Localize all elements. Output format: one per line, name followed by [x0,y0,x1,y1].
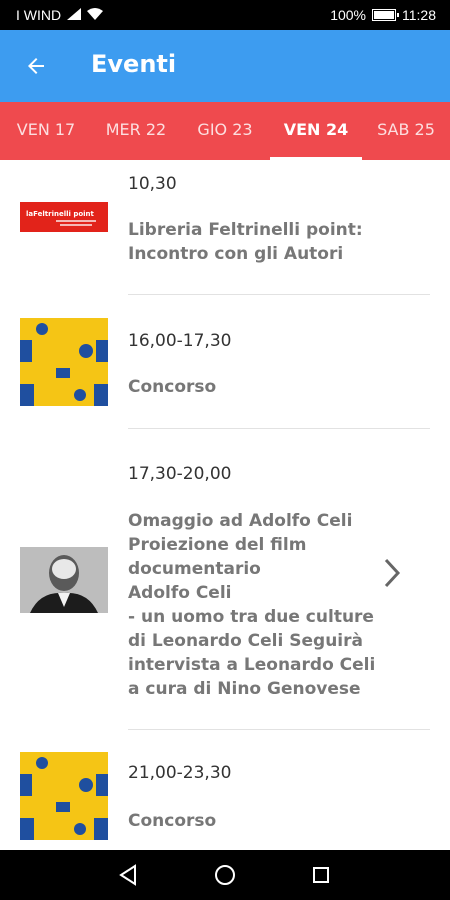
event-item[interactable]: 10,30 laFeltrinelli point Libreria Feltr… [0,160,450,294]
battery-percent: 100% [330,7,366,23]
tab-sab-25[interactable]: SAB 25 [362,102,450,160]
feltrinelli-logo: laFeltrinelli point [20,202,108,232]
page-title: Eventi [91,50,177,78]
event-time: 16,00-17,30 [128,331,232,351]
event-description: Concorso [128,377,217,397]
event-item[interactable]: 16,00-17,30 Concorso [0,295,450,428]
app-bar: Eventi [0,30,450,102]
tab-label: VEN 24 [283,120,349,139]
fotogrammadoro-logo [20,752,108,840]
tab-mer-22[interactable]: MER 22 [92,102,180,160]
event-description: Libreria Feltrinelli point: Incontro con… [128,220,363,264]
clock: 11:28 [402,7,436,23]
back-button[interactable] [14,44,58,88]
event-description: Concorso [128,811,217,831]
tab-label: VEN 17 [16,120,76,139]
recents-nav-button[interactable] [306,860,336,890]
tab-label: MER 22 [105,120,167,139]
tab-label: GIO 23 [197,120,253,139]
event-time: 21,00-23,30 [128,763,232,783]
wifi-icon [87,7,104,23]
battery-icon [372,9,399,21]
tab-label: SAB 25 [377,120,435,139]
date-tabs: VEN 17 MER 22 GIO 23 VEN 24 SAB 25 [0,102,450,160]
event-item[interactable]: 21,00-23,30 Concorso [0,730,450,850]
system-nav-bar [0,850,450,900]
event-item[interactable]: 17,30-20,00 Omaggio ad Adolfo Celi Proie… [0,429,450,729]
portrait-photo [20,547,108,613]
event-time: 10,30 [128,174,177,194]
square-recents-icon [313,867,329,883]
status-bar: I WIND 100% 11:28 [0,0,450,30]
circle-home-icon [215,865,235,885]
event-description: Omaggio ad Adolfo Celi Proiezione del fi… [128,511,376,699]
event-time: 17,30-20,00 [128,464,232,484]
chevron-right-icon[interactable] [381,556,405,590]
event-list: 10,30 laFeltrinelli point Libreria Feltr… [0,160,450,850]
carrier-name: I WIND [16,7,62,23]
triangle-back-icon [119,864,136,886]
tab-gio-23[interactable]: GIO 23 [180,102,270,160]
back-nav-button[interactable] [113,860,143,890]
fotogrammadoro-logo [20,318,108,406]
svg-text:laFeltrinelli point: laFeltrinelli point [26,210,95,218]
arrow-left-icon [28,58,44,74]
tab-ven-17[interactable]: VEN 17 [0,102,92,160]
signal-icon [67,7,82,23]
tab-ven-24[interactable]: VEN 24 [270,102,362,160]
home-nav-button[interactable] [210,860,240,890]
